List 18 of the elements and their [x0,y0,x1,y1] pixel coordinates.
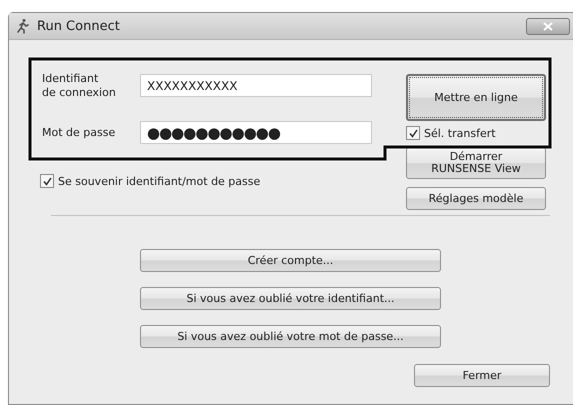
transfer-checkbox[interactable]: Sél. transfert [406,125,546,141]
check-icon [42,176,52,186]
settings-button[interactable]: Réglages modèle [406,187,546,210]
check-icon [408,128,418,138]
start-view-button[interactable]: Démarrer RUNSENSE View [406,147,546,179]
password-field[interactable]: ●●●●●●●●●●● [140,121,372,144]
account-button[interactable]: Si vous avez oublié votre identifiant... [140,287,441,310]
field-label: Mot de passe [42,126,116,140]
remember-checkbox[interactable]: Se souvenir identifiant/mot de passe [40,174,381,188]
close-button[interactable]: Fermer [414,364,550,387]
upload-button[interactable]: Mettre en ligne [406,74,546,121]
close-icon[interactable] [526,18,570,34]
account-button[interactable]: Si vous avez oublié votre mot de passe... [140,325,441,348]
runner-icon [15,18,31,34]
window-title: Run Connect [37,18,121,34]
field-label: Identifiant de connexion [42,72,117,100]
account-button[interactable]: Créer compte... [140,249,441,272]
id-field[interactable]: XXXXXXXXXXX [140,74,372,97]
